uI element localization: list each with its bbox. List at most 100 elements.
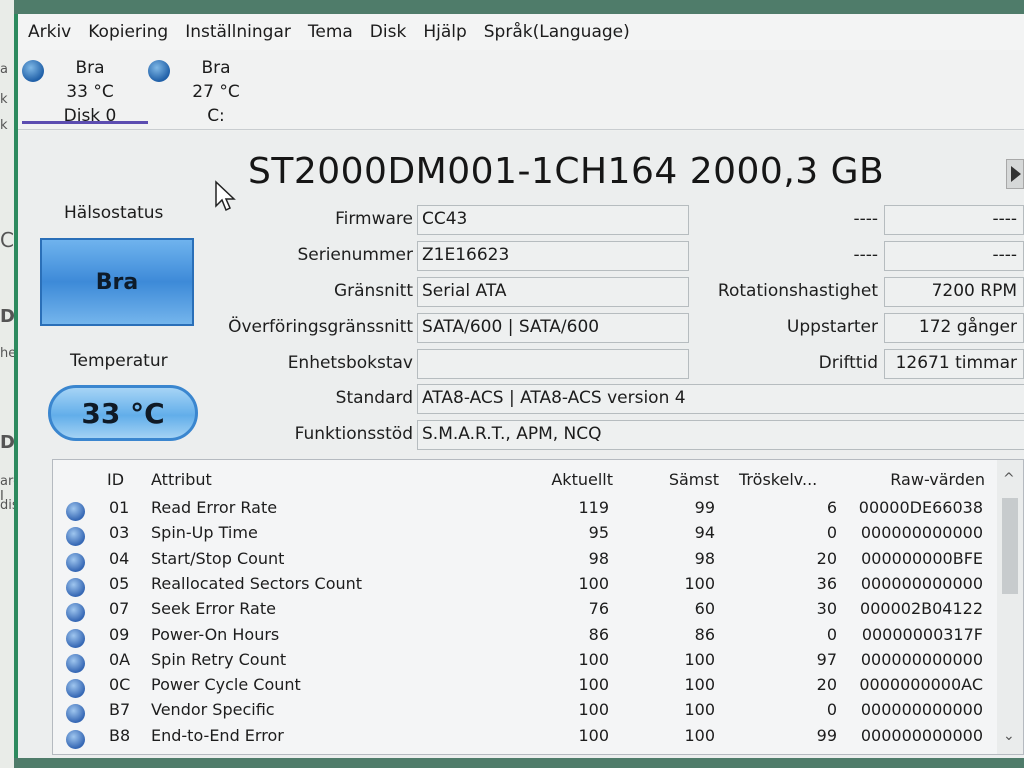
disk-tab-c[interactable]: Bra 27 °C C: — [148, 50, 258, 126]
menu-hjalp[interactable]: Hjälp — [423, 22, 466, 42]
standard-value: ATA8-ACS | ATA8-ACS version 4 — [417, 384, 1024, 414]
scrollbar-thumb[interactable] — [1002, 498, 1018, 594]
attribute-id: 01 — [109, 498, 130, 517]
attribute-raw-value: 000002B04122 — [860, 599, 983, 619]
attribute-raw-value: 000000000000 — [860, 700, 983, 720]
power-on-hours-value: 12671 timmar — [884, 349, 1024, 379]
play-arrow-icon — [1011, 166, 1021, 182]
background-window-strip: a k k C Di he Di ard I dis — [0, 0, 14, 768]
status-dot-icon — [66, 527, 85, 547]
attribute-worst: 100 — [684, 700, 715, 720]
attribute-current: 98 — [588, 548, 609, 568]
table-row[interactable]: 09 Power-On Hours 86 86 0 00000000317F — [53, 625, 993, 650]
attribute-current: 86 — [588, 624, 609, 644]
table-row[interactable]: 04 Start/Stop Count 98 98 20 000000000BFE — [53, 549, 993, 574]
attribute-threshold: 0 — [826, 523, 837, 543]
temperature-value[interactable]: 33 °C — [48, 385, 198, 441]
field-placeholder-label: ---- — [853, 245, 878, 265]
attribute-worst: 100 — [684, 649, 715, 669]
chevron-down-icon[interactable]: ⌄ — [1003, 728, 1015, 744]
table-row[interactable]: 05 Reallocated Sectors Count 100 100 36 00000… — [53, 574, 993, 599]
attribute-raw-value: 000000000BFE — [861, 548, 983, 568]
field-placeholder-value: ---- — [884, 205, 1024, 235]
next-disk-button[interactable] — [1006, 159, 1024, 189]
attribute-name: Start/Stop Count — [151, 548, 285, 568]
attribute-threshold: 20 — [816, 675, 837, 695]
menu-arkiv[interactable]: Arkiv — [28, 22, 71, 42]
attribute-id: 0C — [109, 675, 131, 695]
serial-value: Z1E16623 — [417, 241, 689, 271]
attribute-id: 03 — [109, 523, 130, 543]
attribute-id: 0A — [109, 649, 131, 669]
attribute-threshold: 6 — [826, 498, 837, 517]
table-row[interactable]: B8 End-to-End Error 100 100 99 000000000000 — [53, 726, 993, 751]
status-dot-icon — [66, 729, 85, 749]
status-dot-icon — [66, 653, 85, 673]
disk-temp: 27 °C — [192, 82, 240, 102]
power-on-hours-label: Drifttid — [818, 353, 878, 373]
attribute-name: Reallocated Sectors Count — [151, 573, 363, 593]
menu-kopiering[interactable]: Kopiering — [88, 22, 168, 42]
menu-sprak[interactable]: Språk(Language) — [484, 22, 630, 42]
disk-status: Bra — [201, 58, 231, 78]
menu-tema[interactable]: Tema — [308, 22, 353, 42]
column-header-raw[interactable]: Raw-värden — [853, 470, 985, 489]
bg-text: a — [0, 62, 8, 77]
rotation-speed-label: Rotationshastighet — [717, 281, 878, 301]
disk-temp: 33 °C — [66, 82, 114, 102]
attribute-name: End-to-End Error — [151, 725, 284, 745]
attribute-raw-value: 00000000317F — [861, 624, 983, 644]
attribute-id: 09 — [109, 624, 130, 644]
attribute-threshold: 0 — [826, 700, 837, 720]
table-row[interactable]: 03 Spin-Up Time 95 94 0 000000000000 — [53, 523, 993, 548]
column-header-current[interactable]: Aktuellt — [533, 470, 613, 489]
column-header-id[interactable]: ID — [107, 470, 124, 489]
attribute-name: Spin-Up Time — [151, 523, 258, 543]
chevron-up-icon[interactable]: ^ — [1003, 472, 1015, 486]
table-scrollbar[interactable]: ^ ⌄ — [997, 460, 1023, 754]
attribute-id: 07 — [109, 599, 130, 619]
interface-label: Gränsnitt — [333, 281, 413, 301]
bg-text: he — [0, 346, 14, 361]
attribute-raw-value: 000000000000 — [860, 649, 983, 669]
health-status-button[interactable]: Bra — [40, 238, 194, 326]
table-row[interactable]: 01 Read Error Rate 119 99 6 00000DE66038 — [53, 498, 993, 523]
serial-label: Serienummer — [297, 245, 413, 265]
transfer-mode-label: Överföringsgränssnitt — [228, 317, 413, 337]
disk-model-title: ST2000DM001-1CH164 2000,3 GB — [248, 151, 885, 192]
attribute-id: 04 — [109, 548, 130, 568]
attribute-worst: 98 — [694, 548, 715, 568]
attribute-raw-value: 000000000000 — [860, 573, 983, 593]
attribute-current: 100 — [578, 675, 609, 695]
column-header-worst[interactable]: Sämst — [643, 470, 719, 489]
menu-installningar[interactable]: Inställningar — [185, 22, 291, 42]
menu-disk[interactable]: Disk — [370, 22, 407, 42]
status-dot-icon — [66, 502, 85, 521]
attribute-raw-value: 0000000000AC — [859, 675, 983, 695]
bg-text: C — [0, 228, 14, 252]
disk-name: C: — [207, 106, 225, 126]
column-header-threshold[interactable]: Tröskelv... — [739, 470, 817, 489]
attribute-name: Power Cycle Count — [151, 675, 301, 695]
disk-name: Disk 0 — [63, 106, 117, 126]
status-dot-icon — [66, 577, 85, 597]
attribute-worst: 94 — [694, 523, 715, 543]
table-row[interactable]: 0C Power Cycle Count 100 100 20 0000000000AC — [53, 675, 993, 700]
table-row[interactable]: 07 Seek Error Rate 76 60 30 000002B04122 — [53, 599, 993, 624]
temperature-label: Temperatur — [70, 351, 168, 371]
attribute-worst: 100 — [684, 675, 715, 695]
features-value: S.M.A.R.T., APM, NCQ — [417, 420, 1024, 450]
power-on-count-value: 172 gånger — [884, 313, 1024, 343]
attribute-current: 100 — [578, 573, 609, 593]
disk-tab-disk0[interactable]: Bra 33 °C Disk 0 — [22, 50, 148, 126]
standard-label: Standard — [335, 388, 413, 408]
attribute-threshold: 99 — [816, 725, 837, 745]
table-row[interactable]: B7 Vendor Specific 100 100 0 000000000000 — [53, 700, 993, 725]
attribute-current: 100 — [578, 700, 609, 720]
attribute-current: 95 — [588, 523, 609, 543]
table-row[interactable]: 0A Spin Retry Count 100 100 97 000000000000 — [53, 650, 993, 675]
column-header-attribute[interactable]: Attribut — [151, 470, 212, 489]
features-label: Funktionsstöd — [294, 424, 413, 444]
bg-text: Di — [0, 432, 14, 453]
field-placeholder-value: ---- — [884, 241, 1024, 271]
